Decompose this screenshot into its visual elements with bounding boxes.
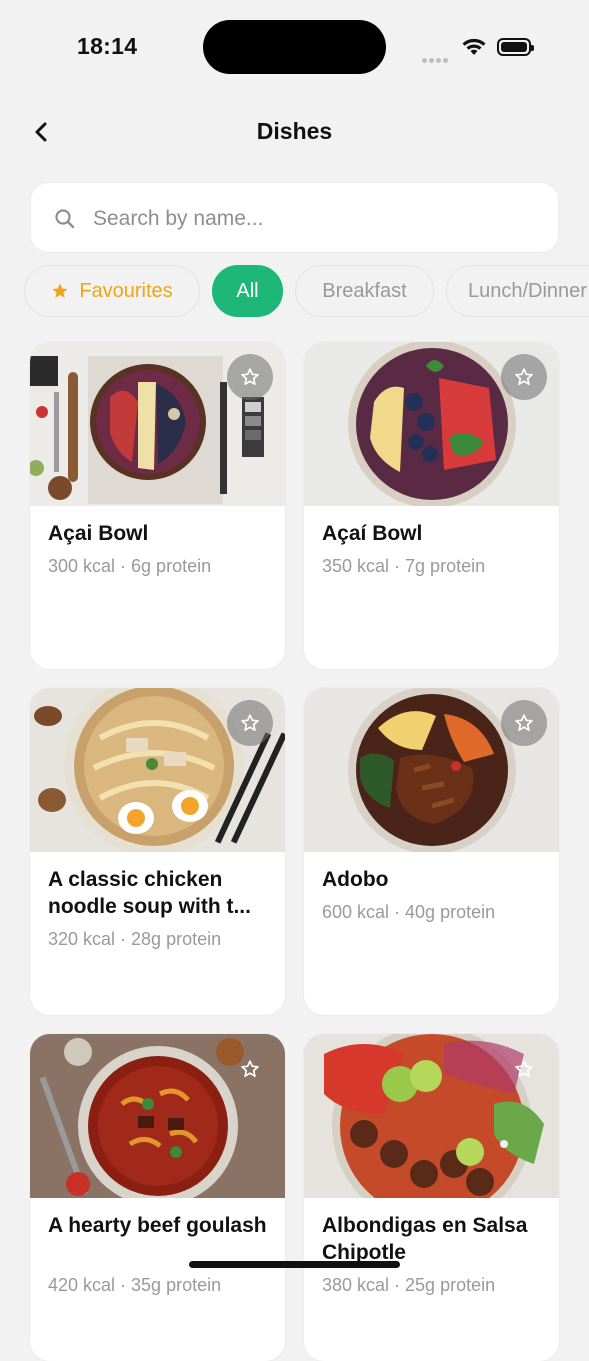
dish-image: [304, 1034, 559, 1198]
chip-all[interactable]: All: [212, 265, 283, 317]
dish-meta: 300 kcal · 6g protein: [48, 556, 212, 576]
dish-card[interactable]: A classic chicken noodle soup with t... …: [30, 688, 285, 1015]
dish-meta: 350 kcal · 7g protein: [322, 556, 486, 576]
star-outline-icon: [241, 1060, 259, 1077]
favourite-toggle[interactable]: [227, 700, 273, 746]
chip-lunch-dinner-label: Lunch/Dinner: [468, 279, 587, 302]
chip-breakfast[interactable]: Breakfast: [295, 265, 434, 317]
star-outline-icon: [515, 368, 533, 385]
search-bar[interactable]: [30, 182, 559, 253]
dish-image: [304, 342, 559, 506]
dish-card[interactable]: Adobo 600 kcal · 40g protein: [304, 688, 559, 1015]
chip-lunch-dinner[interactable]: Lunch/Dinner: [446, 265, 589, 317]
favourite-toggle[interactable]: [227, 1046, 273, 1092]
dish-name: Açaí Bowl: [322, 522, 423, 545]
page-title: Dishes: [256, 118, 333, 144]
search-input[interactable]: [91, 201, 535, 237]
chip-breakfast-label: Breakfast: [322, 279, 407, 302]
dish-name: Açai Bowl: [48, 522, 149, 545]
dish-name: Albondigas en Salsa Chipotle: [322, 1214, 528, 1264]
wifi-icon: [462, 38, 486, 55]
chip-favourites-label: Favourites: [79, 279, 173, 302]
status-bar: 18:14: [0, 0, 589, 95]
dish-card[interactable]: Açaí Bowl 350 kcal · 7g protein: [304, 342, 559, 669]
dish-meta: 420 kcal · 35g protein: [48, 1275, 222, 1295]
dish-card[interactable]: Açai Bowl 300 kcal · 6g protein: [30, 342, 285, 669]
star-outline-icon: [241, 714, 259, 731]
dish-card[interactable]: A hearty beef goulash 420 kcal · 35g pro…: [30, 1034, 285, 1361]
dish-card[interactable]: Albondigas en Salsa Chipotle 380 kcal · …: [304, 1034, 559, 1361]
dish-name: A classic chicken noodle soup with t...: [48, 868, 251, 918]
dish-image: [30, 1034, 285, 1198]
cellular-signal-icon: [422, 50, 452, 63]
dish-meta: 600 kcal · 40g protein: [322, 902, 496, 922]
search-icon: [55, 209, 75, 229]
dish-meta: 320 kcal · 28g protein: [48, 929, 222, 949]
dish-name: A hearty beef goulash: [48, 1214, 267, 1237]
star-outline-icon: [515, 1060, 533, 1077]
star-icon: [52, 283, 68, 298]
home-indicator[interactable]: [189, 1261, 400, 1268]
dish-meta: 380 kcal · 25g protein: [322, 1275, 496, 1295]
favourite-toggle[interactable]: [501, 1046, 547, 1092]
favourite-toggle[interactable]: [501, 354, 547, 400]
star-outline-icon: [515, 714, 533, 731]
nav-bar: Dishes: [0, 110, 589, 154]
dynamic-island: [203, 20, 386, 74]
chip-all-label: All: [236, 279, 259, 302]
dish-image: [304, 688, 559, 852]
battery-icon: [497, 38, 534, 56]
dish-image: [30, 688, 285, 852]
dish-name: Adobo: [322, 868, 389, 891]
filter-chips: Favourites All Breakfast Lunch/Dinner: [24, 265, 589, 319]
favourite-toggle[interactable]: [227, 354, 273, 400]
favourite-toggle[interactable]: [501, 700, 547, 746]
star-outline-icon: [241, 368, 259, 385]
status-time: 18:14: [77, 33, 138, 59]
chip-favourites[interactable]: Favourites: [24, 265, 200, 317]
dish-image: [30, 342, 285, 506]
